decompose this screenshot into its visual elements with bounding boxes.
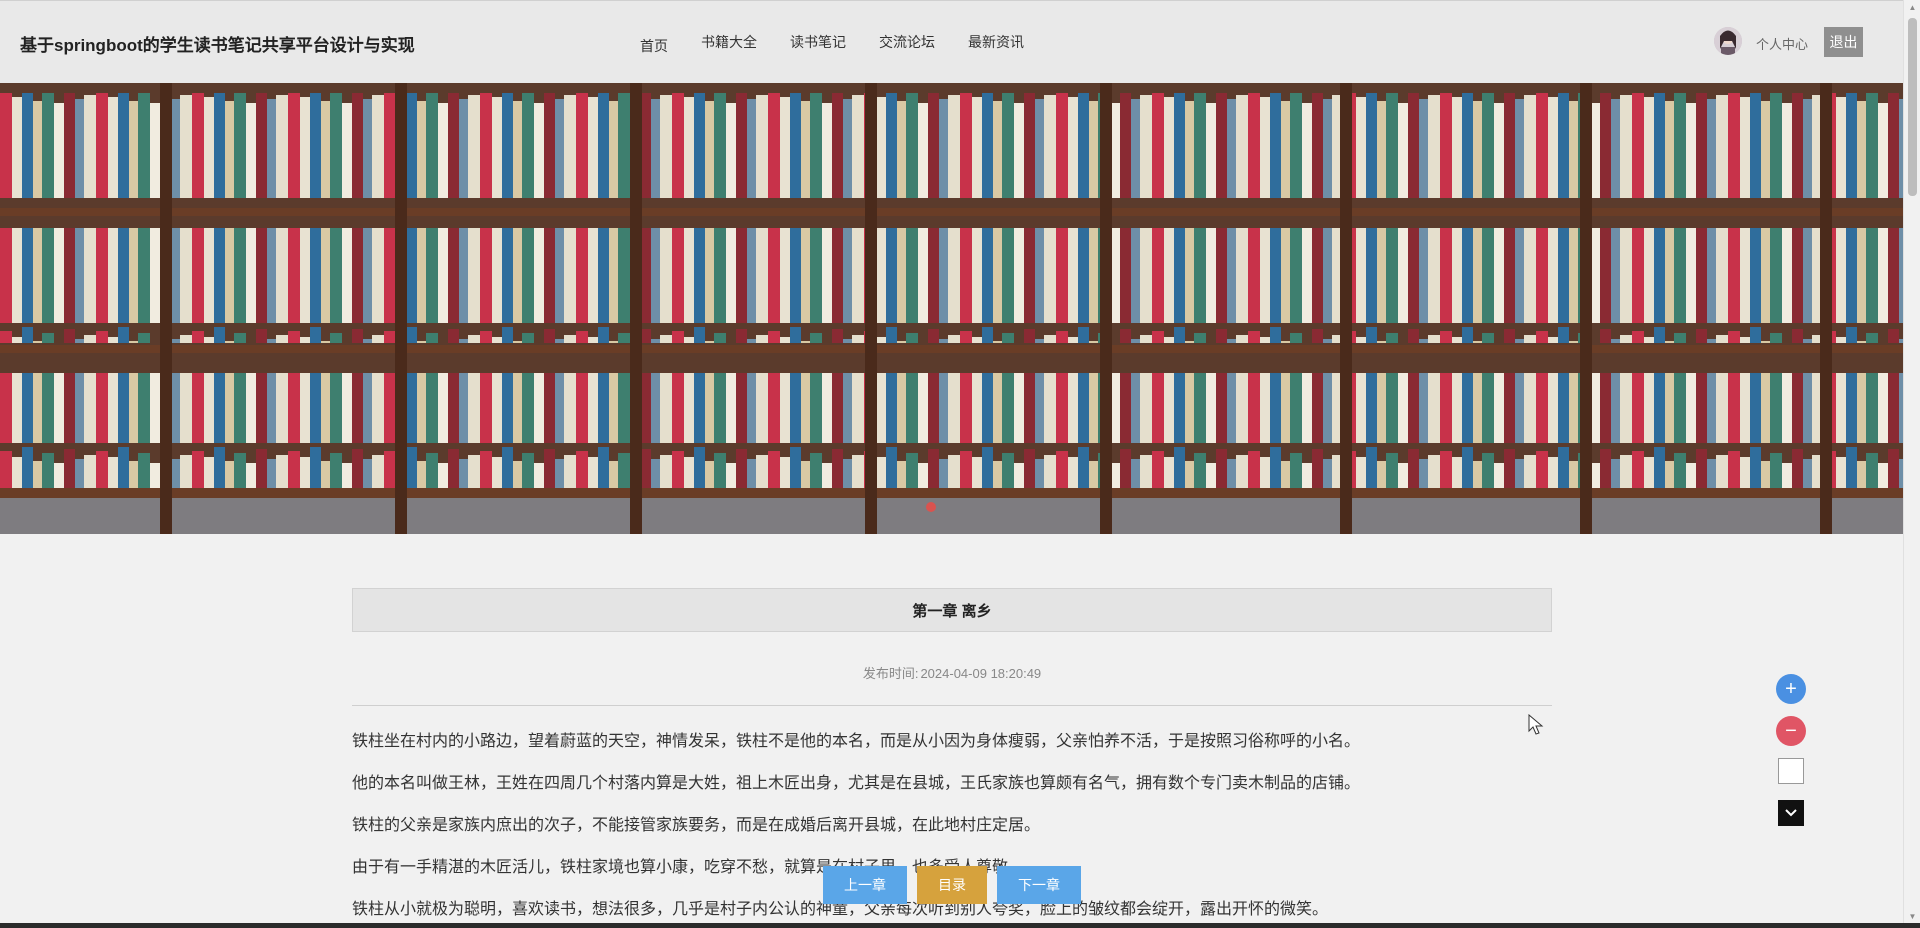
scroll-down-arrow-icon[interactable]: ▼ xyxy=(1907,912,1918,922)
bookshelf-banner-image xyxy=(0,83,1903,534)
mouse-cursor-icon xyxy=(1528,714,1544,735)
main-nav: 首页 书籍大全 读书笔记 交流论坛 最新资讯 xyxy=(640,32,1057,56)
user-avatar[interactable] xyxy=(1714,27,1742,55)
nav-reading-notes[interactable]: 读书笔记 xyxy=(790,32,846,56)
chapter-title: 第一章 离乡 xyxy=(912,602,992,620)
font-increase-button[interactable]: + xyxy=(1776,674,1806,704)
top-header: 基于springboot的学生读书笔记共享平台设计与实现 首页 书籍大全 读书笔… xyxy=(0,0,1903,83)
nav-books[interactable]: 书籍大全 xyxy=(701,32,757,56)
chapter-title-box: 第一章 离乡 xyxy=(352,588,1552,632)
scrollbar-thumb[interactable] xyxy=(1908,18,1917,196)
table-of-contents-button[interactable]: 目录 xyxy=(917,866,987,904)
divider xyxy=(352,705,1552,706)
nav-home[interactable]: 首页 xyxy=(640,36,668,56)
publish-time: 发布时间: 2024-04-09 18:20:49 xyxy=(352,663,1552,682)
bookshelf-banner xyxy=(0,83,1903,534)
light-theme-button[interactable] xyxy=(1778,758,1804,784)
page-scrollbar[interactable]: ▲ ▼ xyxy=(1903,0,1920,928)
chevron-down-icon xyxy=(1785,809,1797,817)
nav-forum[interactable]: 交流论坛 xyxy=(879,32,935,56)
publish-time-label: 发布时间: xyxy=(862,666,919,681)
plus-icon: + xyxy=(1785,677,1797,700)
logout-button[interactable]: 退出 xyxy=(1824,27,1863,57)
nav-news[interactable]: 最新资讯 xyxy=(968,32,1024,56)
dark-theme-button[interactable] xyxy=(1778,800,1804,826)
scroll-up-arrow-icon[interactable]: ▲ xyxy=(1907,3,1918,13)
paragraph: 铁柱坐在村内的小路边，望着蔚蓝的天空，神情发呆，铁柱不是他的本名，而是从小因为身… xyxy=(352,733,1361,750)
prev-chapter-button[interactable]: 上一章 xyxy=(823,866,907,904)
minus-icon: − xyxy=(1785,719,1797,742)
site-title: 基于springboot的学生读书笔记共享平台设计与实现 xyxy=(20,36,415,55)
next-chapter-button[interactable]: 下一章 xyxy=(997,866,1081,904)
profile-link[interactable]: 个人中心 xyxy=(1756,34,1808,53)
publish-time-value: 2024-04-09 18:20:49 xyxy=(920,666,1042,681)
font-decrease-button[interactable]: − xyxy=(1776,716,1806,746)
bottom-strip xyxy=(0,923,1920,928)
paragraph: 他的本名叫做王林，王姓在四周几个村落内算是大姓，祖上木匠出身，尤其是在县城，王氏… xyxy=(352,775,1361,792)
paragraph: 铁柱的父亲是家族内庶出的次子，不能接管家族要务，而是在成婚后离开县城，在此地村庄… xyxy=(352,817,1041,834)
